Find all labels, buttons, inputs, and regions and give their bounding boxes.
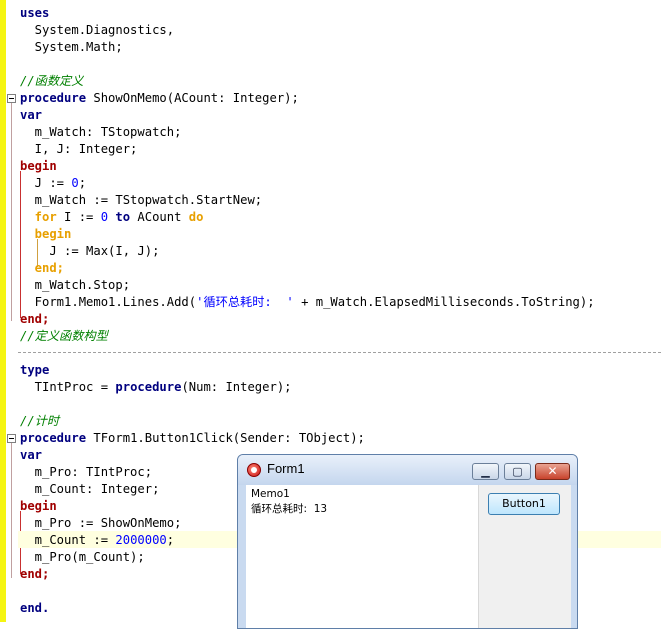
code-line: I, J: Integer; [20, 142, 138, 156]
code-line: m_Pro: TIntProc; [20, 465, 153, 479]
code-line: type [20, 363, 50, 377]
code-line: J := 0; [20, 176, 87, 190]
fold-guide-showonmemo [11, 103, 12, 321]
close-icon: ✕ [547, 464, 558, 478]
code-line: m_Watch: TStopwatch; [20, 125, 182, 139]
maximize-icon: ▢ [512, 465, 523, 478]
form1-window[interactable]: Form1 ▁ ▢ ✕ Memo1 循环总耗时: 13 Button1 [237, 454, 578, 629]
code-line: m_Pro := ShowOnMemo; [20, 516, 182, 530]
code-line: end; [20, 567, 50, 581]
window-titlebar[interactable]: Form1 ▁ ▢ ✕ [238, 455, 577, 485]
code-line: m_Count := 2000000; [20, 533, 175, 547]
delphi-app-icon [247, 463, 261, 477]
code-line: begin [20, 499, 57, 513]
code-line: m_Watch := TStopwatch.StartNew; [20, 193, 263, 207]
memo-line: 循环总耗时: 13 [251, 503, 328, 515]
code-line: begin [20, 159, 57, 173]
code-line: end; [20, 261, 65, 275]
code-line: for I := 0 to ACount do [20, 210, 204, 224]
form-client-area: Memo1 循环总耗时: 13 Button1 [246, 485, 571, 628]
memo-line: Memo1 [251, 488, 290, 500]
code-line: end; [20, 312, 50, 326]
code-line: uses [20, 6, 50, 20]
code-comment: //计时 [20, 414, 60, 428]
window-frame-edge [571, 485, 577, 628]
code-line: m_Watch.Stop; [20, 278, 131, 292]
code-line: System.Math; [20, 40, 123, 54]
minimize-icon: ▁ [481, 465, 490, 478]
code-line: var [20, 448, 43, 462]
minimize-button[interactable]: ▁ [472, 463, 499, 480]
code-line: TIntProc = procedure(Num: Integer); [20, 380, 292, 394]
code-line: procedure ShowOnMemo(ACount: Integer); [20, 91, 299, 105]
code-line: System.Diagnostics, [20, 23, 175, 37]
memo1[interactable]: Memo1 循环总耗时: 13 [246, 485, 479, 628]
procedure-separator [18, 352, 661, 353]
code-line: end. [20, 601, 50, 615]
fold-toggle-showonmemo[interactable] [7, 94, 16, 103]
code-line: begin [20, 227, 72, 241]
code-line: m_Pro(m_Count); [20, 550, 145, 564]
code-comment: //函数定义 [20, 74, 84, 88]
fold-toggle-button1click[interactable] [7, 434, 16, 443]
close-button[interactable]: ✕ [535, 463, 570, 480]
window-title: Form1 [267, 461, 305, 476]
fold-guide-button1click [11, 443, 12, 578]
button1[interactable]: Button1 [488, 493, 560, 515]
code-line: var [20, 108, 43, 122]
code-line: J := Max(I, J); [20, 244, 160, 258]
code-line: Form1.Memo1.Lines.Add('循环总耗时: ' + m_Watc… [20, 295, 595, 309]
maximize-button[interactable]: ▢ [504, 463, 531, 480]
code-line: m_Count: Integer; [20, 482, 160, 496]
code-comment: //定义函数构型 [20, 329, 108, 343]
code-line: procedure TForm1.Button1Click(Sender: TO… [20, 431, 365, 445]
